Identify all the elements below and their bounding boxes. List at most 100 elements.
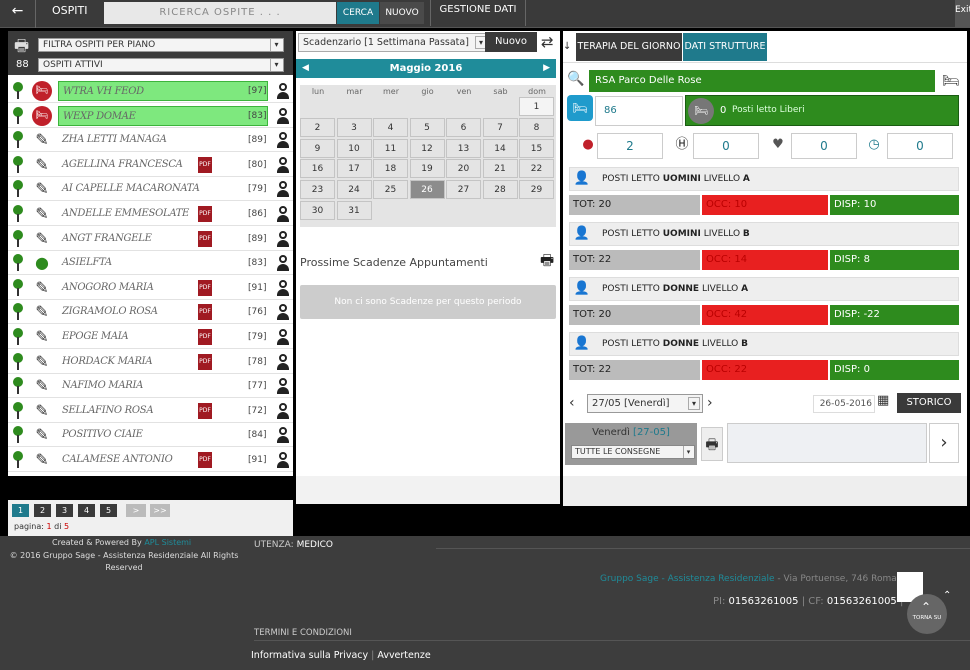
female-avatar-icon[interactable] (275, 230, 291, 248)
calendar-day[interactable]: 6 (446, 117, 481, 137)
avvertenze-link[interactable]: Avvertenze (377, 650, 430, 661)
patient-row[interactable]: ✎ HORDACK MARIA PDF [78] (8, 350, 293, 374)
structure-name[interactable]: RSA Parco Delle Rose (589, 70, 935, 92)
storico-button[interactable]: STORICO (897, 393, 961, 413)
female-avatar-icon[interactable] (275, 402, 291, 420)
calendar-day[interactable]: 13 (446, 138, 481, 158)
calendar-day[interactable]: 5 (409, 117, 445, 137)
female-avatar-icon[interactable] (275, 131, 291, 149)
printer-icon[interactable]: 🖶 (540, 250, 554, 275)
patient-row[interactable]: ✎ AI CAPELLE MACARONATA [79] (8, 177, 293, 202)
male-avatar-icon[interactable] (275, 254, 291, 272)
scadenzario-select[interactable]: Scadenzario [1 Settimana Passata] ▾ (298, 33, 490, 52)
patient-row[interactable]: ✎ ANOGORO MARIA PDF [91] (8, 276, 293, 300)
female-avatar-icon[interactable] (275, 279, 291, 297)
calendar-day[interactable]: 16 (300, 159, 335, 179)
pencil-icon[interactable]: ✎ (32, 376, 52, 396)
page-button[interactable]: > (126, 504, 146, 517)
patient-row[interactable]: ✎ NAFIMO MARIA [77] (8, 374, 293, 399)
calendar-day[interactable]: 22 (519, 159, 554, 179)
calendar-day[interactable]: 4 (373, 117, 408, 137)
printer-icon[interactable]: 🖶 (701, 427, 723, 461)
bed-alert-icon[interactable]: 🛏 (32, 105, 52, 126)
patient-name[interactable]: WTRA VH FEOD (58, 81, 268, 101)
pdf-icon[interactable]: PDF (198, 353, 212, 370)
patient-row[interactable]: ● ASIELFTA [83] (8, 251, 293, 276)
tab-dati-strutture[interactable]: DATI STRUTTURE (683, 33, 767, 61)
consegne-textarea[interactable] (727, 423, 927, 463)
page-button[interactable]: >> (150, 504, 170, 517)
patient-row[interactable]: ✎ ANDELLE EMMESOLATE PDF [86] (8, 202, 293, 226)
female-avatar-icon[interactable] (275, 156, 291, 174)
bed-icon[interactable]: 🛏 (939, 70, 963, 92)
bed-alert-icon[interactable]: 🛏 (32, 81, 52, 101)
patient-name[interactable]: ASIELFTA (58, 253, 268, 273)
floor-filter-select[interactable]: FILTRA OSPITI PER PIANO ▾ (38, 38, 284, 52)
patient-row[interactable]: ✎ ANGT FRANGELE PDF [89] (8, 227, 293, 251)
next-month-icon[interactable]: ▶ (543, 59, 550, 78)
sync-icon[interactable]: ⇄ (541, 33, 554, 51)
privacy-link[interactable]: Informativa sulla Privacy (251, 650, 368, 661)
female-avatar-icon[interactable] (275, 180, 291, 198)
female-avatar-icon[interactable] (275, 377, 291, 395)
male-avatar-icon[interactable] (275, 451, 291, 469)
pencil-icon[interactable]: ✎ (32, 204, 52, 224)
pencil-icon[interactable]: ✎ (32, 450, 52, 470)
female-avatar-icon[interactable] (275, 426, 291, 444)
patient-name[interactable]: ANOGORO MARIA (58, 278, 268, 298)
pdf-icon[interactable]: PDF (198, 230, 212, 247)
calendar-day[interactable]: 10 (336, 138, 372, 158)
pdf-icon[interactable]: PDF (198, 304, 212, 321)
prev-day-icon[interactable]: ‹ (569, 393, 583, 413)
date-field[interactable]: 26-05-2016 (813, 395, 875, 413)
status-filter-select[interactable]: OSPITI ATTIVI ▾ (38, 58, 284, 72)
calendar-day[interactable]: 7 (482, 117, 518, 137)
calendar-day[interactable]: 14 (482, 138, 518, 158)
pdf-icon[interactable]: PDF (198, 156, 212, 173)
calendar-day[interactable]: 23 (300, 180, 335, 200)
pdf-icon[interactable]: PDF (198, 402, 212, 419)
nuovo-ospite-button[interactable]: NUOVO (380, 2, 424, 24)
arrow-down-icon[interactable]: ↓ (563, 33, 575, 61)
patient-name[interactable]: ZIGRAMOLO ROSA (58, 302, 268, 322)
page-button[interactable]: 5 (100, 504, 117, 517)
calendar-day[interactable]: 11 (373, 138, 408, 158)
patient-row[interactable]: ✎ POSITIVO CIAIE [84] (8, 423, 293, 448)
patient-name[interactable]: SELLAFINO ROSA (58, 401, 268, 421)
patient-name[interactable]: NAFIMO MARIA (58, 376, 268, 396)
pencil-icon[interactable]: ✎ (32, 130, 52, 150)
page-button[interactable]: 3 (56, 504, 73, 517)
patient-name[interactable]: ANDELLE EMMESOLATE (58, 204, 268, 224)
patient-name[interactable]: ZHA LETTI MANAGA (58, 130, 268, 150)
page-button[interactable]: 2 (34, 504, 51, 517)
search-input[interactable]: RICERCA OSPITE . . . (104, 2, 336, 24)
chevron-right-icon[interactable]: › (929, 423, 959, 463)
patient-name[interactable]: AI CAPELLE MACARONATA (58, 179, 268, 199)
patient-name[interactable]: CALAMESE ANTONIO (58, 450, 268, 470)
pencil-icon[interactable]: ✎ (32, 229, 52, 249)
tab-terapia-del-giorno[interactable]: TERAPIA DEL GIORNO (576, 33, 682, 61)
calendar-day[interactable]: 31 (336, 201, 372, 220)
back-to-top-button[interactable]: ⌃ TORNA SU (907, 594, 947, 634)
female-avatar-icon[interactable] (275, 107, 291, 125)
calendar-icon[interactable]: ▦ (877, 393, 895, 413)
pdf-icon[interactable]: PDF (198, 279, 212, 296)
exit-button[interactable]: Exit (955, 0, 970, 28)
pencil-icon[interactable]: ✎ (32, 155, 52, 175)
patient-row[interactable]: ✎ ZIGRAMOLO ROSA PDF [76] (8, 300, 293, 325)
calendar-day[interactable]: 20 (446, 159, 481, 179)
next-day-icon[interactable]: › (707, 393, 721, 413)
company-name[interactable]: Gruppo Sage - Assistenza Residenziale (600, 574, 775, 584)
patient-row[interactable]: ✎ SELLAFINO ROSA PDF [72] (8, 399, 293, 423)
consegne-select[interactable]: TUTTE LE CONSEGNE ▾ (571, 445, 695, 459)
calendar-day[interactable]: 12 (409, 138, 445, 158)
calendar-day[interactable]: 21 (482, 159, 518, 179)
location-pin-icon[interactable]: ● (32, 253, 52, 273)
day-select[interactable]: 27/05 [Venerdì] ▾ (587, 394, 703, 413)
calendar-day[interactable]: 8 (519, 117, 554, 137)
patient-row[interactable]: ✎ CALAMESE ANTONIO PDF [91] (8, 448, 293, 472)
pencil-icon[interactable]: ✎ (32, 425, 52, 445)
pencil-icon[interactable]: ✎ (32, 179, 52, 199)
pdf-icon[interactable]: PDF (198, 329, 212, 345)
pdf-icon[interactable]: PDF (198, 206, 212, 222)
